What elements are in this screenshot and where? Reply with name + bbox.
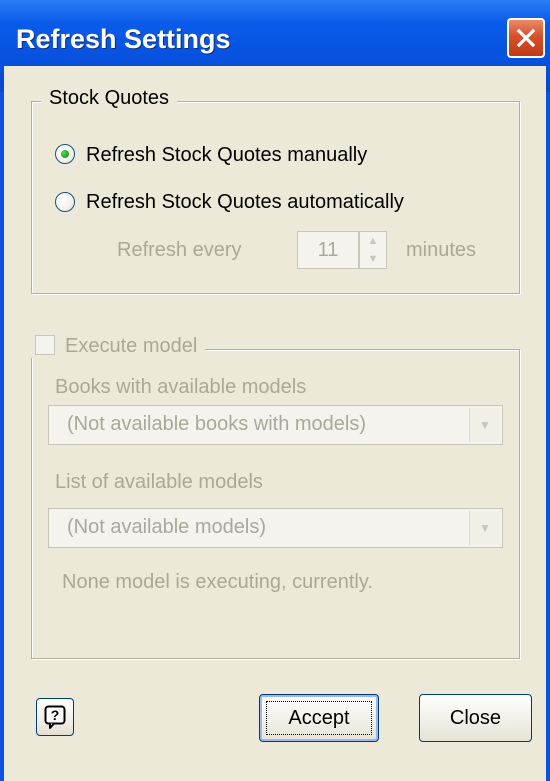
help-question-icon: ?	[44, 705, 66, 729]
svg-text:?: ?	[51, 707, 60, 723]
execute-model-label[interactable]: Execute model	[65, 335, 197, 357]
close-label: Close	[449, 706, 502, 729]
focus-rectangle	[266, 701, 372, 735]
spin-down-icon[interactable]: ▼	[360, 250, 386, 268]
execute-model-legend: Execute model	[31, 335, 206, 358]
radio-refresh-manual[interactable]	[55, 144, 75, 164]
books-select-value: (Not available books with models)	[67, 413, 367, 435]
close-button[interactable]: Close	[419, 694, 532, 742]
model-status-text: None model is executing, currently.	[62, 571, 373, 593]
radio-selected-dot	[61, 150, 69, 158]
refresh-every-label: Refresh every	[117, 239, 242, 261]
close-window-button[interactable]	[507, 18, 545, 58]
books-select[interactable]: (Not available books with models) ▼	[48, 405, 503, 445]
accept-button[interactable]: Accept	[259, 694, 379, 742]
help-button[interactable]: ?	[36, 698, 74, 736]
spin-up-icon[interactable]: ▲	[360, 232, 386, 250]
radio-refresh-automatic[interactable]	[55, 192, 75, 212]
refresh-interval-spinner[interactable]: ▲ ▼	[359, 231, 387, 269]
refresh-settings-window: Refresh Settings Stock Quotes Refresh St…	[0, 0, 550, 781]
minutes-label: minutes	[406, 239, 477, 261]
models-select-value: (Not available models)	[67, 516, 266, 538]
close-x-icon	[516, 28, 536, 48]
models-select[interactable]: (Not available models) ▼	[48, 508, 503, 548]
books-label: Books with available models	[55, 376, 307, 398]
label-refresh-automatic[interactable]: Refresh Stock Quotes automatically	[86, 191, 404, 214]
chevron-down-icon[interactable]: ▼	[469, 408, 500, 442]
execute-model-checkbox[interactable]	[35, 335, 55, 355]
label-refresh-manual[interactable]: Refresh Stock Quotes manually	[86, 144, 367, 167]
chevron-down-icon[interactable]: ▼	[469, 511, 500, 545]
refresh-interval-input[interactable]: 11	[297, 231, 359, 269]
models-label: List of available models	[55, 471, 263, 493]
window-title: Refresh Settings	[16, 24, 231, 54]
stock-quotes-legend: Stock Quotes	[41, 87, 178, 110]
dialog-body: Stock Quotes Refresh Stock Quotes manual…	[4, 66, 546, 781]
